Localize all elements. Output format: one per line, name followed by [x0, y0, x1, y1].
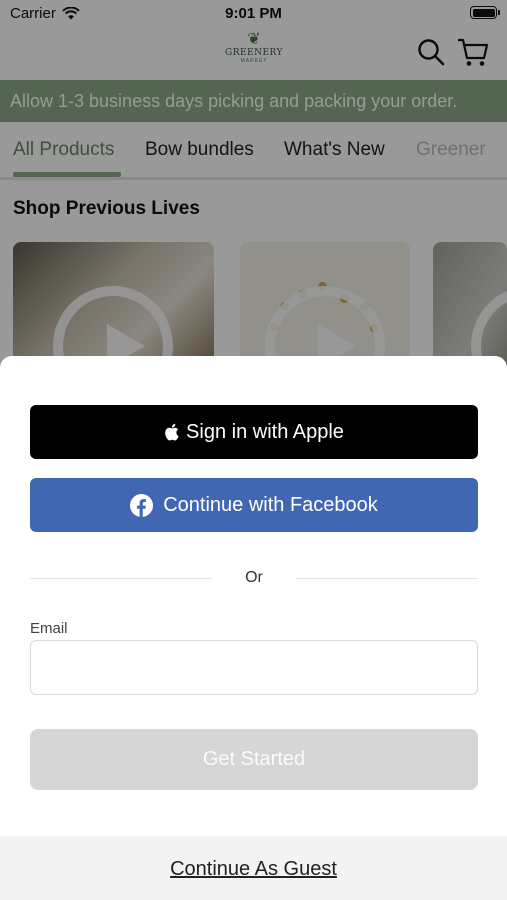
- sign-in-sheet: Sign in with Apple Continue with Faceboo…: [0, 356, 507, 900]
- continue-with-facebook-button[interactable]: Continue with Facebook: [30, 478, 478, 532]
- apple-icon: [165, 423, 179, 441]
- get-started-label: Get Started: [202, 748, 306, 770]
- apple-button-label: Sign in with Apple: [186, 420, 344, 443]
- or-divider: Or: [30, 569, 478, 589]
- facebook-icon: [130, 493, 154, 517]
- sign-in-with-apple-button[interactable]: Sign in with Apple: [30, 405, 478, 459]
- email-field[interactable]: [30, 640, 478, 695]
- get-started-button[interactable]: Get Started: [30, 729, 478, 790]
- guest-bar: Continue As Guest: [0, 836, 507, 900]
- email-label: Email: [30, 620, 68, 637]
- continue-as-guest-link[interactable]: Continue As Guest: [170, 858, 337, 881]
- facebook-button-label: Continue with Facebook: [163, 493, 378, 516]
